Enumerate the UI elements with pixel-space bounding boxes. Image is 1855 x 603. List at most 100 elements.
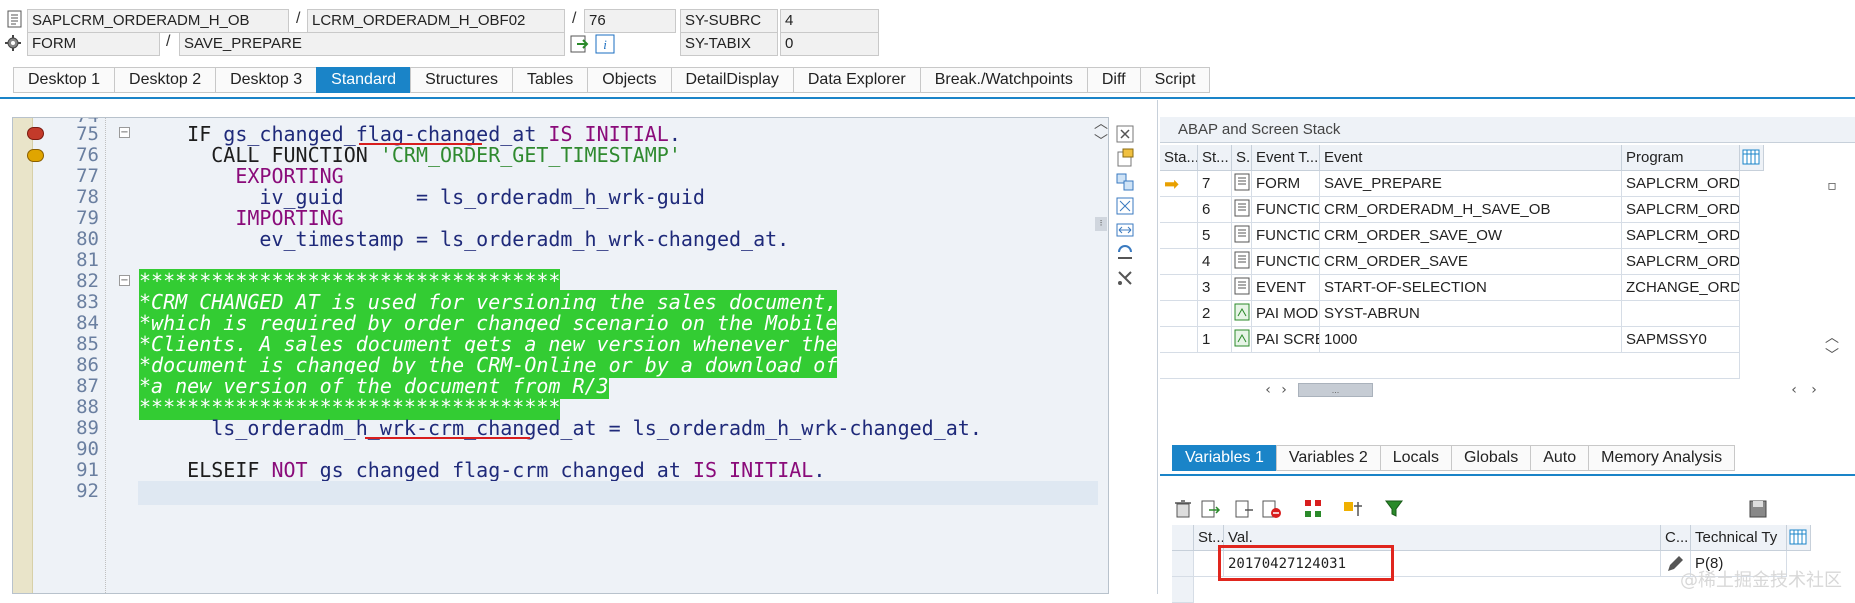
stack-event[interactable]: START-OF-SELECTION xyxy=(1320,275,1622,301)
stack-event[interactable]: SYST-ABRUN xyxy=(1320,301,1622,327)
tools-icon[interactable] xyxy=(1115,268,1135,288)
stack-row-marker[interactable] xyxy=(1160,301,1198,327)
tab-data-explorer[interactable]: Data Explorer xyxy=(792,67,920,93)
scroll-left-icon[interactable]: ‹ xyxy=(1260,383,1276,397)
stack-event-type[interactable]: EVENT xyxy=(1252,275,1320,301)
column-header[interactable]: S... xyxy=(1232,145,1252,171)
main-program-field[interactable]: SAPLCRM_ORDERADM_H_OB xyxy=(27,9,289,33)
import-icon[interactable] xyxy=(1233,498,1255,520)
stack-event-type[interactable]: FORM xyxy=(1252,171,1320,197)
column-header[interactable]: C... xyxy=(1661,525,1691,551)
tab-breakpoints[interactable]: Break./Watchpoints xyxy=(919,67,1087,93)
tab-variables-1[interactable]: Variables 1 xyxy=(1172,445,1276,471)
column-header[interactable]: Event T... xyxy=(1252,145,1320,171)
stack-program[interactable]: SAPMSSY0 xyxy=(1622,327,1740,353)
info-icon[interactable]: i xyxy=(594,33,616,55)
stack-event[interactable]: CRM_ORDERADM_H_SAVE_OB xyxy=(1320,197,1622,223)
source-code-editor[interactable]: 74 − 75 IF gs_changed_flag-changed_at IS… xyxy=(12,117,1109,594)
swap-icon[interactable] xyxy=(1115,172,1135,192)
stack-type-icon[interactable] xyxy=(1232,171,1252,197)
editor-scrollbar[interactable]: ︿ ﹀ ⁝ xyxy=(1093,117,1111,594)
stack-program[interactable]: SAPLCRM_ORDE xyxy=(1622,171,1740,197)
var-row-selector[interactable] xyxy=(1172,551,1194,577)
refresh-icon[interactable] xyxy=(1115,244,1135,264)
scroll-right-icon[interactable]: › xyxy=(1806,383,1822,397)
tab-desktop-1[interactable]: Desktop 1 xyxy=(13,67,115,93)
stack-event[interactable]: CRM_ORDER_SAVE xyxy=(1320,249,1622,275)
stack-row-marker[interactable] xyxy=(1160,275,1198,301)
stack-event[interactable]: 1000 xyxy=(1320,327,1622,353)
column-header[interactable]: Technical Ty xyxy=(1691,525,1787,551)
tab-diff[interactable]: Diff xyxy=(1086,67,1140,93)
stack-type-icon[interactable] xyxy=(1232,223,1252,249)
remove-icon[interactable] xyxy=(1260,498,1282,520)
filter-icon[interactable] xyxy=(1383,498,1405,520)
stack-row-marker[interactable]: ➡ xyxy=(1160,171,1198,197)
tab-tables[interactable]: Tables xyxy=(512,67,588,93)
column-header[interactable]: Sta... xyxy=(1160,145,1198,171)
save-icon[interactable] xyxy=(1747,498,1769,520)
stack-event-type[interactable]: PAI SCRE... xyxy=(1252,327,1320,353)
stack-level[interactable]: 4 xyxy=(1198,249,1232,275)
stack-row-marker[interactable] xyxy=(1160,223,1198,249)
sysvar-value-field-2[interactable]: 0 xyxy=(780,32,879,56)
tree-icon[interactable] xyxy=(1302,498,1324,520)
scroll-thumb[interactable]: ... xyxy=(1298,383,1373,397)
sysvar-name-field[interactable]: SY-SUBRC xyxy=(680,9,778,33)
stack-level[interactable]: 6 xyxy=(1198,197,1232,223)
stack-screen-icon[interactable] xyxy=(1232,327,1252,353)
stack-program[interactable]: SAPLCRM_ORDE xyxy=(1622,223,1740,249)
stack-level[interactable]: 1 xyxy=(1198,327,1232,353)
stack-screen-icon[interactable] xyxy=(1232,301,1252,327)
event-name-field[interactable]: SAVE_PREPARE xyxy=(179,32,565,56)
scroll-thumb-icon[interactable]: ⁝ xyxy=(1095,217,1107,231)
stack-row-marker[interactable] xyxy=(1160,249,1198,275)
stack-event[interactable]: SAVE_PREPARE xyxy=(1320,171,1622,197)
stack-type-icon[interactable] xyxy=(1232,275,1252,301)
code-line[interactable]: 92 xyxy=(13,479,1103,504)
column-settings-icon[interactable] xyxy=(1740,145,1764,171)
stack-event[interactable]: CRM_ORDER_SAVE_OW xyxy=(1320,223,1622,249)
delete-icon[interactable] xyxy=(1172,498,1194,520)
new-window-icon[interactable] xyxy=(1115,148,1135,168)
tab-script[interactable]: Script xyxy=(1139,67,1211,93)
scroll-up-icon[interactable]: ▫ xyxy=(1824,179,1840,193)
close-panel-icon[interactable] xyxy=(1115,124,1135,144)
stack-row-marker[interactable] xyxy=(1160,327,1198,353)
column-header[interactable]: Event xyxy=(1320,145,1622,171)
stack-event-type[interactable]: FUNCTIO... xyxy=(1252,223,1320,249)
navigate-icon[interactable] xyxy=(569,33,591,55)
stack-horizontal-scrollbar[interactable]: ‹ › ... ‹ › xyxy=(1240,380,1840,400)
stack-type-icon[interactable] xyxy=(1232,249,1252,275)
tab-auto[interactable]: Auto xyxy=(1530,445,1589,471)
scroll-right-icon[interactable]: › xyxy=(1276,383,1292,397)
scroll-down-icon[interactable]: ﹀ xyxy=(1093,135,1109,149)
sysvar-name-field-2[interactable]: SY-TABIX xyxy=(680,32,778,56)
stack-program[interactable]: SAPLCRM_ORDE xyxy=(1622,197,1740,223)
stack-level[interactable]: 2 xyxy=(1198,301,1232,327)
column-header[interactable]: Program xyxy=(1622,145,1740,171)
scroll-up-icon[interactable]: ︿ xyxy=(1824,331,1840,345)
column-header[interactable]: St... xyxy=(1198,145,1232,171)
compare-icon[interactable] xyxy=(1342,498,1364,520)
column-settings-icon[interactable] xyxy=(1787,525,1811,551)
tab-locals[interactable]: Locals xyxy=(1379,445,1451,471)
scroll-left-icon[interactable]: ‹ xyxy=(1786,383,1802,397)
var-row-selector[interactable] xyxy=(1172,577,1194,603)
tab-desktop-3[interactable]: Desktop 3 xyxy=(215,67,317,93)
scroll-down-icon[interactable]: ﹀ xyxy=(1824,349,1840,363)
stack-program[interactable]: SAPLCRM_ORDE xyxy=(1622,249,1740,275)
event-type-field[interactable]: FORM xyxy=(27,32,160,56)
var-row-selector[interactable] xyxy=(1172,525,1194,551)
stack-event-type[interactable]: FUNCTIO... xyxy=(1252,249,1320,275)
stack-row-marker[interactable] xyxy=(1160,197,1198,223)
stack-level[interactable]: 3 xyxy=(1198,275,1232,301)
maximize-icon[interactable] xyxy=(1115,196,1135,216)
sysvar-value-field[interactable]: 4 xyxy=(780,9,879,33)
stack-program[interactable] xyxy=(1622,301,1740,327)
stack-program[interactable]: ZCHANGE_ORDE xyxy=(1622,275,1740,301)
include-field[interactable]: LCRM_ORDERADM_H_OBF02 xyxy=(307,9,565,33)
stack-level[interactable]: 7 xyxy=(1198,171,1232,197)
tab-variables-2[interactable]: Variables 2 xyxy=(1275,445,1380,471)
stack-event-type[interactable]: FUNCTIO... xyxy=(1252,197,1320,223)
